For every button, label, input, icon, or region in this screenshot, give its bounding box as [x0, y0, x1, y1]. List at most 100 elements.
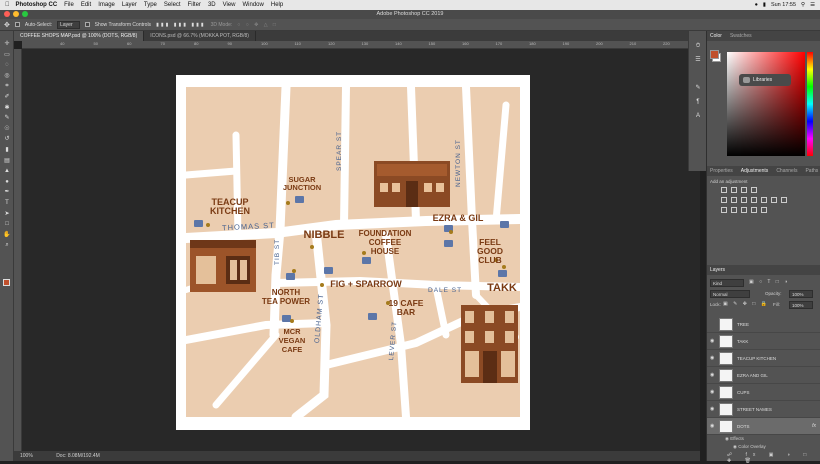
exposure-icon[interactable]: [751, 187, 757, 193]
zoom-level[interactable]: 100%: [20, 453, 33, 459]
levels-icon[interactable]: [731, 187, 737, 193]
crop-tool-icon[interactable]: ⌗: [3, 83, 11, 89]
black-white-icon[interactable]: [751, 197, 757, 203]
move-tool-icon[interactable]: ✛: [3, 41, 11, 47]
tab-paths[interactable]: Paths: [805, 168, 818, 174]
zoom-window-button[interactable]: [22, 11, 28, 17]
color-lookup-icon[interactable]: [781, 197, 787, 203]
brightness-icon[interactable]: [721, 187, 727, 193]
tab-adjustments[interactable]: Adjustments: [741, 168, 769, 174]
type-tool-icon[interactable]: T: [3, 200, 11, 206]
search-icon[interactable]: ⚲: [801, 2, 805, 8]
brush-tool-icon[interactable]: ✎: [3, 115, 11, 121]
menu-edit[interactable]: Edit: [81, 2, 91, 8]
zoom-tool-icon[interactable]: ⌕: [3, 242, 11, 248]
color-balance-icon[interactable]: [741, 197, 747, 203]
tab-properties[interactable]: Properties: [710, 168, 733, 174]
blur-tool-icon[interactable]: ▲: [3, 168, 11, 174]
fx-icon[interactable]: fx: [812, 423, 816, 429]
layer-color-overlay[interactable]: ◉ Color Overlay: [733, 444, 766, 450]
menu-view[interactable]: View: [223, 2, 236, 8]
posterize-icon[interactable]: [731, 207, 737, 213]
doc-size[interactable]: Doc: 8.08M/192.4M: [56, 453, 100, 459]
foreground-color[interactable]: [3, 279, 10, 286]
selective-color-icon[interactable]: [761, 207, 767, 213]
invert-icon[interactable]: [721, 207, 727, 213]
tab-coffee-shops-map[interactable]: COFFEE SHOPS MAP.psd @ 100% (DOTS, RGB/8…: [14, 31, 145, 41]
layer-effects-label[interactable]: ◉ Effects: [725, 436, 744, 442]
menu-file[interactable]: File: [64, 2, 74, 8]
lasso-tool-icon[interactable]: ◌: [3, 62, 11, 68]
hand-tool-icon[interactable]: ✋: [3, 232, 11, 238]
menu-select[interactable]: Select: [164, 2, 181, 8]
hue-slider[interactable]: [807, 52, 813, 156]
close-window-button[interactable]: [4, 11, 10, 17]
layer-row-takk[interactable]: ◉ TAKK: [707, 333, 820, 350]
eye-icon[interactable]: ◉: [733, 444, 737, 449]
layer-row-street-names[interactable]: ◉ STREET NAMES: [707, 401, 820, 418]
lock-icons[interactable]: ▣ ✎ ✥ □ 🔒: [723, 301, 769, 307]
eye-icon[interactable]: ◉: [710, 338, 716, 344]
properties-icon[interactable]: ☰: [694, 57, 702, 63]
brush-settings-icon[interactable]: ✎: [694, 85, 702, 91]
eyedropper-tool-icon[interactable]: ✐: [3, 94, 11, 100]
gradient-tool-icon[interactable]: ▤: [3, 158, 11, 164]
shape-tool-icon[interactable]: □: [3, 221, 11, 227]
apple-icon[interactable]: : [5, 2, 10, 8]
menu-3d[interactable]: 3D: [208, 2, 216, 8]
menu-layer[interactable]: Layer: [122, 2, 137, 8]
blend-mode-dropdown[interactable]: Normal: [710, 290, 750, 298]
menu-list-icon[interactable]: ☰: [810, 2, 815, 8]
layer-row-tree[interactable]: TREE: [707, 316, 820, 333]
menu-type[interactable]: Type: [144, 2, 157, 8]
battery-icon[interactable]: ▮: [763, 2, 766, 8]
hue-saturation-icon[interactable]: [731, 197, 737, 203]
vibrance-icon[interactable]: [721, 197, 727, 203]
color-picker-field[interactable]: [727, 52, 805, 156]
eye-icon[interactable]: ◉: [710, 423, 716, 429]
tab-channels[interactable]: Channels: [776, 168, 797, 174]
layer-select-dropdown[interactable]: Layer: [57, 20, 80, 29]
stamp-tool-icon[interactable]: ☉: [3, 126, 11, 132]
menu-image[interactable]: Image: [98, 2, 115, 8]
layer-row-cups[interactable]: ◉ CUPS: [707, 384, 820, 401]
menu-filter[interactable]: Filter: [188, 2, 201, 8]
history-icon[interactable]: ⏱: [694, 43, 702, 49]
align-icons[interactable]: ▮▮▮ ▮▮▮ ▮▮▮: [156, 22, 206, 28]
layer-row-teacup-kitchen[interactable]: ◉ TEACUP KITCHEN: [707, 350, 820, 367]
clock[interactable]: Sun 17:55: [771, 2, 796, 8]
curves-icon[interactable]: [741, 187, 747, 193]
auto-select-checkbox[interactable]: [14, 22, 20, 27]
healing-tool-icon[interactable]: ✱: [3, 105, 11, 111]
pen-tool-icon[interactable]: ✒: [3, 189, 11, 195]
layer-filter-kind[interactable]: Kind: [710, 279, 744, 287]
layer-filter-icons[interactable]: ▣ ○ T □ ◑: [749, 279, 789, 285]
menu-app[interactable]: Photoshop CC: [16, 2, 58, 8]
libraries-badge[interactable]: Libraries: [739, 74, 791, 86]
transform-controls-checkbox[interactable]: [84, 22, 90, 27]
photo-filter-icon[interactable]: [761, 197, 767, 203]
wifi-icon[interactable]: ●: [755, 2, 758, 8]
layer-row-ezra-and-gil[interactable]: ◉ EZRA AND GIL: [707, 367, 820, 384]
tab-swatches[interactable]: Swatches: [730, 33, 752, 39]
eye-icon[interactable]: ◉: [710, 389, 716, 395]
opacity-field[interactable]: 100%: [789, 290, 813, 298]
quick-select-tool-icon[interactable]: ◎: [3, 73, 11, 79]
character-icon[interactable]: A: [694, 113, 702, 119]
eye-icon[interactable]: ◉: [725, 436, 729, 441]
layers-footer-icons[interactable]: ☍ fx ▣ ◑ □ ✚ 🗑: [727, 452, 820, 464]
document-canvas[interactable]: SUGAR JUNCTION TEACUP KITCHEN NIBBLE FOU…: [176, 75, 530, 430]
tab-color[interactable]: Color: [710, 33, 722, 39]
move-tool-icon[interactable]: ✥: [4, 21, 10, 29]
eye-icon[interactable]: ◉: [710, 372, 716, 378]
tab-icons[interactable]: ICONS.psd @ 66.7% (MOKKA POT, RGB/8): [144, 31, 256, 41]
threshold-icon[interactable]: [741, 207, 747, 213]
tab-layers[interactable]: Layers: [710, 267, 725, 273]
marquee-tool-icon[interactable]: ▭: [3, 52, 11, 58]
3d-tools-icons[interactable]: ○ ○ ✥ △ □: [237, 22, 278, 28]
menu-help[interactable]: Help: [271, 2, 283, 8]
paragraph-icon[interactable]: ¶: [694, 99, 702, 105]
foreground-color-swatch[interactable]: [710, 50, 719, 59]
eye-icon[interactable]: ◉: [710, 355, 716, 361]
eye-icon[interactable]: ◉: [710, 406, 716, 412]
